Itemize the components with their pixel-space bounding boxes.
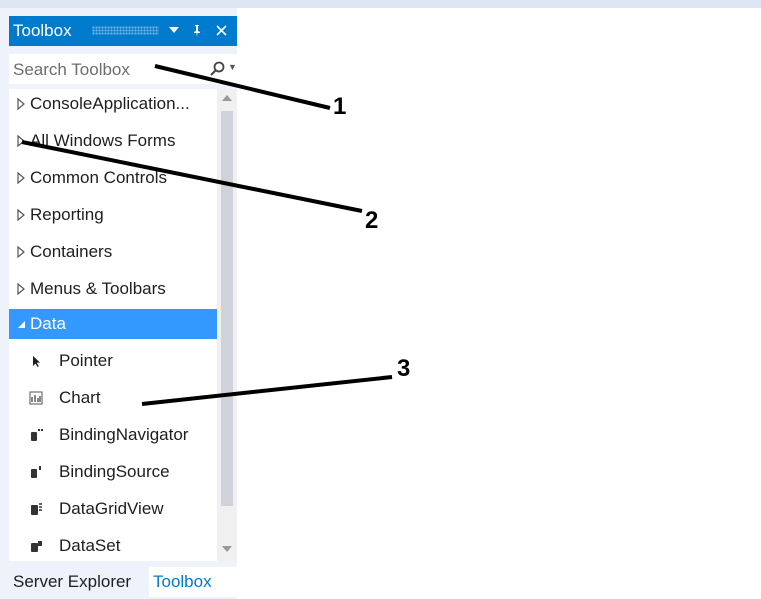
group-menus-toolbars[interactable]: Menus & Toolbars xyxy=(9,274,217,304)
item-label: DataSet xyxy=(59,536,121,555)
top-strip xyxy=(0,0,761,8)
search-input[interactable]: Search Toolbox xyxy=(13,60,130,80)
chart-icon xyxy=(29,391,43,405)
group-containers[interactable]: Containers xyxy=(9,237,217,267)
toolbox-item-dataset[interactable]: DataSet xyxy=(9,531,217,561)
item-label: BindingSource xyxy=(59,462,170,481)
item-label: BindingNavigator xyxy=(59,425,189,444)
datagridview-icon xyxy=(31,503,42,515)
scroll-down-icon[interactable] xyxy=(222,545,232,553)
expand-triangle-icon[interactable] xyxy=(15,98,27,110)
toolbox-item-bindingsource[interactable]: BindingSource xyxy=(9,457,217,487)
expand-triangle-icon[interactable] xyxy=(15,135,27,147)
tab-toolbox[interactable]: Toolbox xyxy=(149,567,237,597)
drag-grip[interactable] xyxy=(92,26,159,35)
group-label: Reporting xyxy=(30,205,104,224)
toolbox-item-pointer[interactable]: Pointer xyxy=(9,346,217,376)
expand-triangle-icon[interactable] xyxy=(15,283,27,295)
close-icon[interactable] xyxy=(213,21,229,42)
scrollbar-thumb[interactable] xyxy=(221,111,233,506)
toolbox-titlebar[interactable]: Toolbox xyxy=(9,16,237,46)
group-common-controls[interactable]: Common Controls xyxy=(9,163,217,193)
group-label: All Windows Forms xyxy=(30,131,176,150)
search-icon[interactable] xyxy=(209,60,227,78)
annotation-number-3: 3 xyxy=(397,355,411,382)
search-options-chevron-icon[interactable]: ▼ xyxy=(228,62,237,72)
group-all-windows-forms[interactable]: All Windows Forms xyxy=(9,126,217,156)
scroll-up-icon[interactable] xyxy=(222,94,232,102)
group-data[interactable]: Data xyxy=(9,309,217,339)
binding-source-icon xyxy=(31,466,41,478)
expand-triangle-icon[interactable] xyxy=(15,172,27,184)
group-consoleapplication[interactable]: ConsoleApplication... xyxy=(9,89,217,119)
group-label: Containers xyxy=(30,242,113,261)
group-reporting[interactable]: Reporting xyxy=(9,200,217,230)
toolbox-tree: ConsoleApplication... All Windows Forms … xyxy=(9,89,237,561)
vertical-scrollbar[interactable] xyxy=(217,89,237,561)
toolbox-item-chart[interactable]: Chart xyxy=(9,383,217,413)
toolbox-item-bindingnavigator[interactable]: BindingNavigator xyxy=(9,420,217,450)
group-label: Data xyxy=(30,314,66,333)
toolbox-title: Toolbox xyxy=(13,21,72,40)
item-label: DataGridView xyxy=(59,499,164,518)
tab-server-explorer[interactable]: Server Explorer xyxy=(9,567,149,597)
annotation-number-1: 1 xyxy=(333,93,347,120)
triangle-down-icon[interactable] xyxy=(166,21,182,41)
group-label: Common Controls xyxy=(30,168,167,187)
item-label: Chart xyxy=(59,388,101,407)
search-toolbox-field[interactable]: Search Toolbox ▼ xyxy=(9,54,237,84)
binding-navigator-icon xyxy=(31,429,43,441)
dataset-icon xyxy=(31,541,42,552)
expand-triangle-icon[interactable] xyxy=(15,209,27,221)
expand-triangle-icon[interactable] xyxy=(15,246,27,258)
toolbox-item-datagridview[interactable]: DataGridView xyxy=(9,494,217,524)
group-label: ConsoleApplication... xyxy=(30,94,190,113)
collapse-triangle-icon[interactable] xyxy=(15,318,27,330)
pin-icon[interactable] xyxy=(189,21,205,44)
item-label: Pointer xyxy=(59,351,113,370)
pointer-arrow-icon xyxy=(33,356,40,367)
group-label: Menus & Toolbars xyxy=(30,279,166,298)
annotation-number-2: 2 xyxy=(365,207,379,234)
bottom-tab-strip: Server Explorer Toolbox xyxy=(9,567,237,599)
